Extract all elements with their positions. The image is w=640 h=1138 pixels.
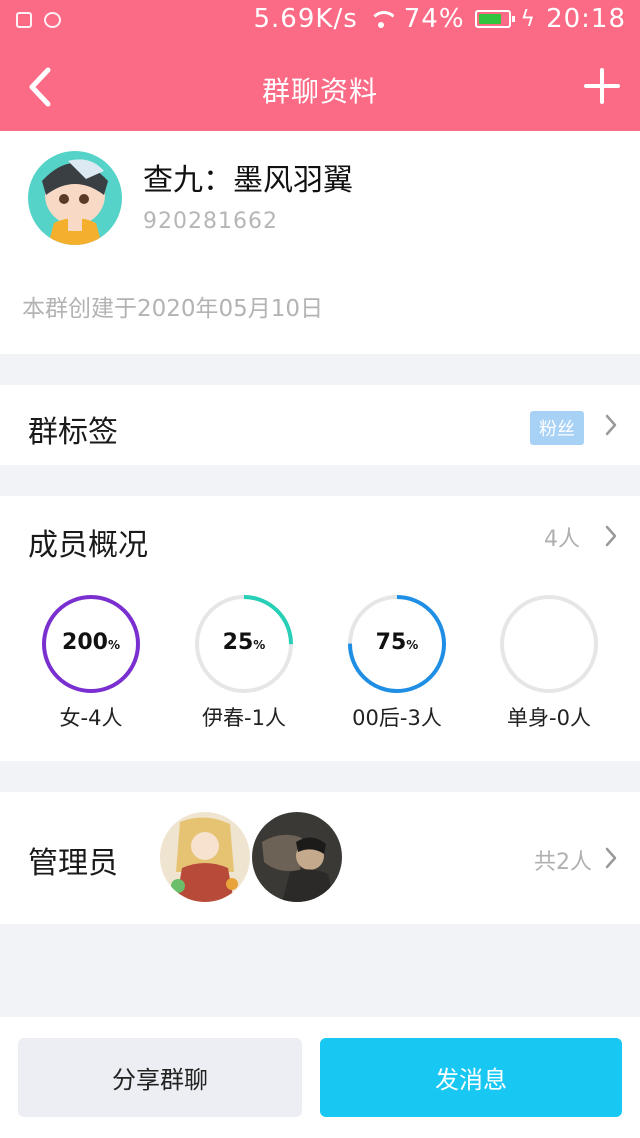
tag-badge: 粉丝 <box>530 411 584 445</box>
group-avatar[interactable] <box>28 151 122 245</box>
chevron-right-icon <box>605 525 617 547</box>
stat-label: 女-4人 <box>59 706 123 730</box>
clock: 20:18 <box>546 4 626 34</box>
stat-value: 25% <box>222 630 266 655</box>
page-title: 群聊资料 <box>261 75 378 108</box>
charging-icon: ϟ <box>520 6 537 32</box>
camera-notification-icon <box>44 12 61 28</box>
stat-value: 75% <box>375 630 419 655</box>
bottom-action-bar: 分享群聊 发消息 <box>0 1017 640 1138</box>
group-tags-title: 群标签 <box>28 415 118 450</box>
member-overview-title: 成员概况 <box>28 528 148 563</box>
member-count: 4人 <box>544 527 580 552</box>
group-info-card: 查九：墨风羽翼 920281662 本群创建于2020年05月10日 <box>0 131 640 354</box>
admin-avatar[interactable] <box>160 812 250 902</box>
network-speed: 5.69K/s <box>253 4 358 34</box>
status-indicators: 5.69K/s 74% ϟ 20:18 <box>254 4 627 34</box>
stat-label: 单身-0人 <box>507 706 591 730</box>
admin-count: 共2人 <box>534 850 592 875</box>
group-tags-row[interactable]: 群标签 粉丝 <box>0 385 640 465</box>
member-stat-gender: 200% 女-4人 <box>26 594 156 732</box>
battery-percent: 74% <box>403 4 465 34</box>
wifi-icon <box>368 9 394 29</box>
member-stat-single: 单身-0人 <box>484 594 614 732</box>
admin-avatar[interactable] <box>252 812 342 902</box>
header: 5.69K/s 74% ϟ 20:18 群聊资料 <box>0 0 640 131</box>
chevron-right-icon <box>605 414 617 436</box>
group-created-date: 本群创建于2020年05月10日 <box>22 296 324 322</box>
send-message-button[interactable]: 发消息 <box>320 1038 622 1117</box>
battery-icon <box>474 10 515 28</box>
member-stat-city: 25% 伊春-1人 <box>179 594 309 732</box>
title-bar: 群聊资料 <box>0 44 640 131</box>
admin-row[interactable]: 管理员 共2人 <box>0 792 640 924</box>
group-name: 查九：墨风羽翼 <box>143 163 353 198</box>
stat-label: 00后-3人 <box>352 706 442 730</box>
add-icon[interactable] <box>582 66 622 106</box>
member-stat-age: 75% 00后-3人 <box>332 594 462 732</box>
status-bar: 5.69K/s 74% ϟ 20:18 <box>0 0 640 44</box>
group-id: 920281662 <box>143 209 278 234</box>
share-group-button[interactable]: 分享群聊 <box>18 1038 302 1117</box>
member-overview-card: 成员概况 4人 200% 女-4人 25% 伊春-1人 75% 00后-3人 单… <box>0 496 640 761</box>
notification-icons <box>16 12 61 28</box>
chevron-right-icon <box>605 847 617 869</box>
image-notification-icon <box>16 12 32 28</box>
progress-ring <box>500 595 598 693</box>
stat-label: 伊春-1人 <box>202 706 286 730</box>
admin-title: 管理员 <box>28 846 118 881</box>
stat-value: 200% <box>62 630 120 655</box>
